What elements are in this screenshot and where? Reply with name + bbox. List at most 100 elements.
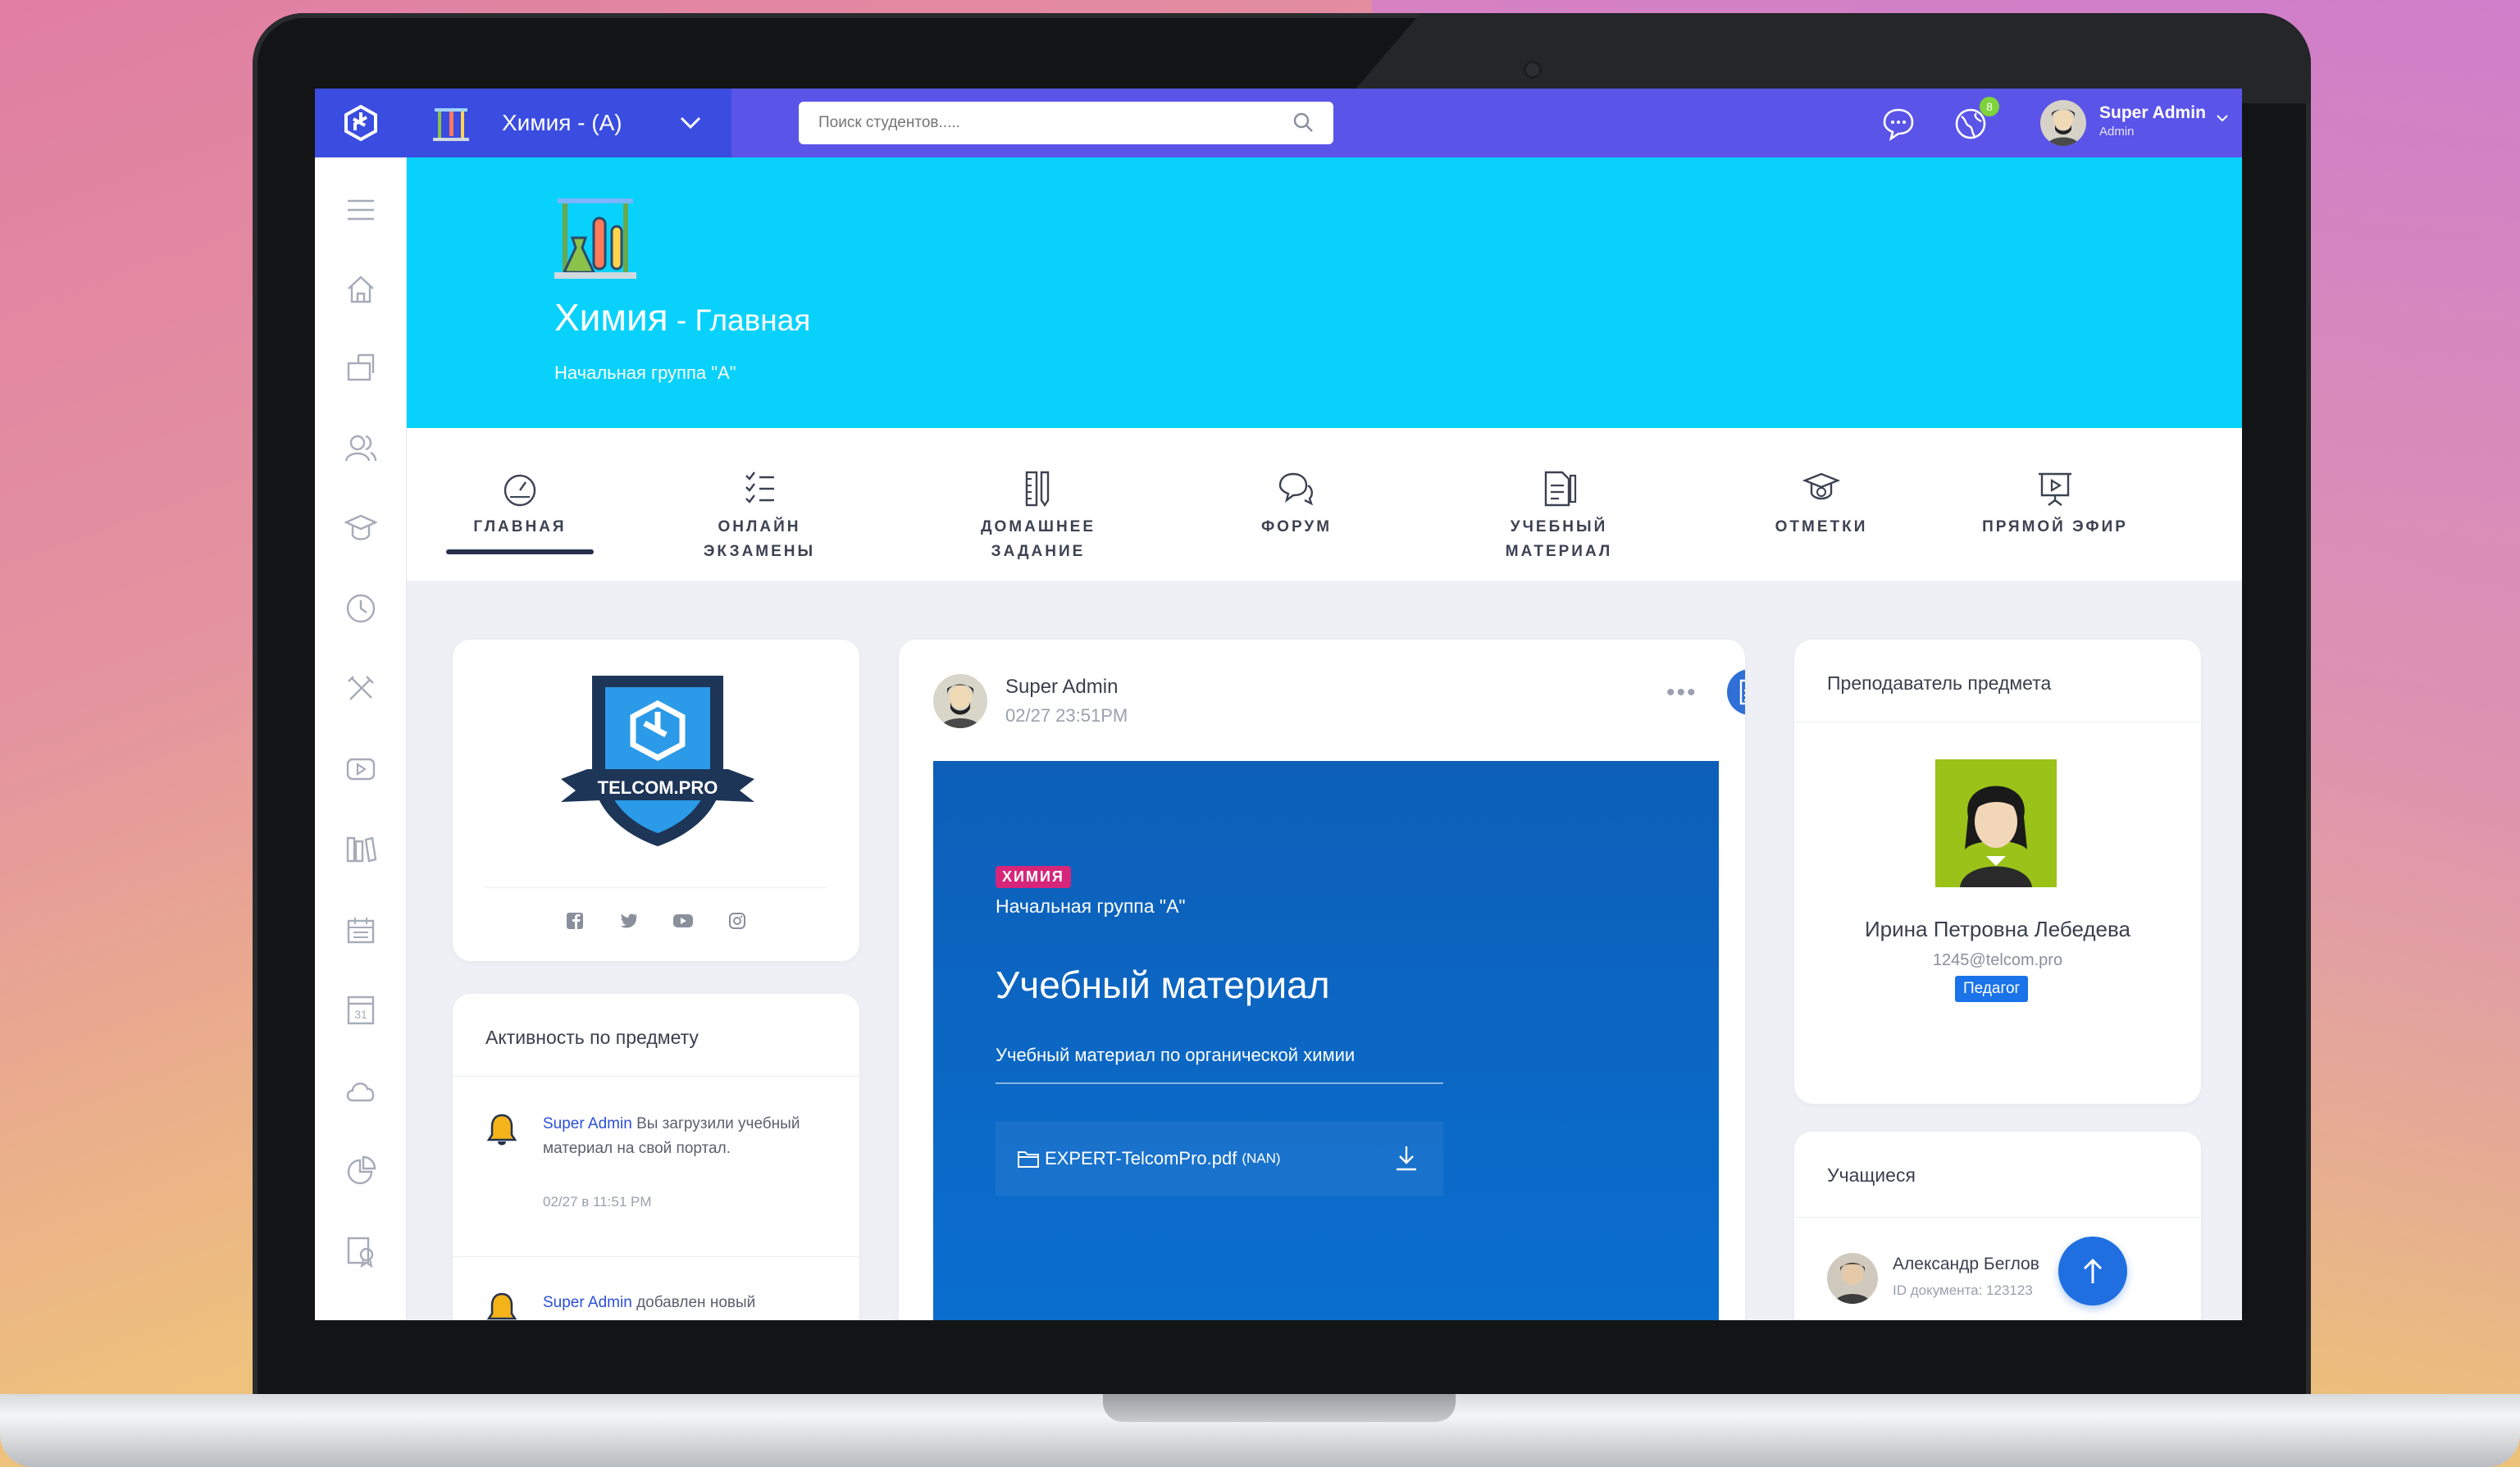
course-tabs: ГЛАВНАЯ ОНЛАЙН ЭКЗАМЕНЫ ДОМАШНЕЕ ЗАДАНИЕ… xyxy=(407,428,2242,581)
activity-user[interactable]: Super Admin xyxy=(543,1115,632,1132)
twitter-icon[interactable] xyxy=(618,910,640,932)
course-dropdown-toggle[interactable] xyxy=(649,89,731,157)
teacher-card: Преподаватель предмета Ирина Петровна Ле… xyxy=(1794,640,2201,1104)
graduation-cap-icon[interactable] xyxy=(344,512,377,544)
school-card: TELCOM.PRO xyxy=(453,640,859,961)
chevron-down-icon xyxy=(680,116,701,130)
tab-home[interactable]: ГЛАВНАЯ xyxy=(446,469,594,540)
app-screen: Химия - (A) 8 Super Admin xyxy=(315,89,2242,1320)
user-role: Admin xyxy=(2099,125,2135,139)
post-card: Super Admin 02/27 23:51PM ••• ХИМИЯ Нача… xyxy=(899,640,1745,1320)
divider xyxy=(453,1256,859,1257)
teacher-photo[interactable] xyxy=(1935,759,2057,887)
material-type-button[interactable] xyxy=(1727,669,1745,715)
course-selector[interactable]: Химия - (A) xyxy=(407,89,649,157)
camera-icon xyxy=(1524,61,1542,79)
cloud-icon[interactable] xyxy=(344,1074,377,1107)
subject-tag: ХИМИЯ xyxy=(996,866,1071,888)
tab-label: ДОМАШНЕЕ xyxy=(980,518,1096,535)
library-icon[interactable] xyxy=(344,833,377,866)
clock-icon[interactable] xyxy=(344,592,377,625)
tab-label: УЧЕБНЫЙ xyxy=(1510,518,1608,535)
tab-label: ФОРУМ xyxy=(1260,518,1333,535)
video-icon[interactable] xyxy=(344,753,377,786)
instagram-icon[interactable] xyxy=(727,910,748,932)
tab-grades[interactable]: ОТМЕТКИ xyxy=(1743,469,1899,540)
notification-badge: 8 xyxy=(1980,97,1999,116)
teacher-name[interactable]: Ирина Петровна Лебедева xyxy=(1794,917,2201,942)
course-hero: Химия - Главная Начальная группа "A" xyxy=(407,157,2242,428)
student-avatar[interactable] xyxy=(1827,1253,1878,1304)
students-title: Учащиеся xyxy=(1827,1164,1916,1186)
post-author[interactable]: Super Admin xyxy=(1005,676,1118,699)
chevron-down-icon[interactable] xyxy=(2216,113,2229,123)
certificate-icon[interactable] xyxy=(344,1235,377,1268)
folder-icon xyxy=(1018,1151,1039,1168)
tab-forum[interactable]: ФОРУМ xyxy=(1227,469,1366,540)
search-icon[interactable] xyxy=(1292,112,1314,133)
student-name[interactable]: Александр Беглов xyxy=(1893,1255,2039,1274)
cube-logo-icon xyxy=(344,104,377,142)
chart-icon[interactable] xyxy=(344,1155,377,1187)
calendar-icon[interactable] xyxy=(344,913,377,946)
attachment-size: (NAN) xyxy=(1242,1150,1281,1166)
date-icon-label: 31 xyxy=(354,1008,367,1021)
student-search[interactable] xyxy=(799,102,1333,144)
arrow-up-icon xyxy=(2083,1258,2103,1283)
menu-icon[interactable] xyxy=(344,194,377,226)
activity-text: Super Admin добавлен новый xyxy=(543,1291,813,1315)
tab-homework[interactable]: ДОМАШНЕЕ ЗАДАНИЕ xyxy=(948,469,1128,564)
tab-label-2: ЭКЗАМЕНЫ xyxy=(703,543,816,560)
date-icon[interactable]: 31 xyxy=(344,994,377,1027)
student-id: ID документа: 123123 xyxy=(1893,1282,2033,1298)
youtube-icon[interactable] xyxy=(672,910,694,932)
activity-user[interactable]: Super Admin xyxy=(543,1294,632,1311)
user-name: Super Admin xyxy=(2099,103,2206,122)
home-icon[interactable] xyxy=(344,272,377,305)
page-title-suffix: - Главная xyxy=(668,303,811,337)
tab-label: ОНЛАЙН xyxy=(718,518,801,535)
page-title-main: Химия xyxy=(554,296,668,339)
app-logo[interactable] xyxy=(315,89,407,157)
tab-label: ОТМЕТКИ xyxy=(1775,518,1868,535)
user-menu[interactable]: Super Admin Admin xyxy=(2099,103,2206,139)
post-time: 02/27 23:51PM xyxy=(1005,705,1128,726)
active-tab-indicator xyxy=(446,549,594,554)
divider xyxy=(453,1076,859,1077)
divider xyxy=(1794,1217,2201,1218)
scroll-to-top-button[interactable] xyxy=(2058,1237,2127,1305)
tab-label-2: ЗАДАНИЕ xyxy=(991,543,1086,560)
teacher-avatar-image xyxy=(1960,786,2032,887)
teacher-email[interactable]: 1245@telcom.pro xyxy=(1794,951,2201,970)
search-input[interactable] xyxy=(799,114,1258,132)
download-icon[interactable] xyxy=(1394,1145,1419,1171)
activity-text: Super Admin Вы загрузили учебный материа… xyxy=(543,1112,813,1161)
chat-icon[interactable] xyxy=(1881,107,1916,141)
inbox-icon[interactable] xyxy=(344,351,377,384)
user-avatar[interactable] xyxy=(2040,100,2086,146)
tab-label-2: МАТЕРИАЛ xyxy=(1505,543,1613,560)
activity-message: добавлен новый xyxy=(631,1294,756,1311)
graduation-cap-icon xyxy=(1802,472,1841,500)
tab-study-material[interactable]: УЧЕБНЫЙ МАТЕРИАЛ xyxy=(1473,469,1645,564)
facebook-icon[interactable] xyxy=(564,910,586,932)
activity-card: Активность по предмету Super Admin Вы за… xyxy=(453,994,859,1320)
attachment[interactable]: EXPERT-TelcomPro.pdf (NAN) xyxy=(996,1122,1443,1196)
svg-text:TELCOM.PRO: TELCOM.PRO xyxy=(598,777,718,798)
tools-icon[interactable] xyxy=(344,672,377,705)
avatar-image xyxy=(940,684,981,728)
tab-label: ГЛАВНАЯ xyxy=(473,518,567,535)
users-icon[interactable] xyxy=(344,431,377,464)
teacher-card-title: Преподаватель предмета xyxy=(1827,672,2052,694)
post-menu-button[interactable]: ••• xyxy=(1666,679,1697,707)
avatar[interactable] xyxy=(933,674,987,728)
bell-icon xyxy=(486,1292,517,1320)
tab-live[interactable]: ПРЯМОЙ ЭФИР xyxy=(1965,469,2145,540)
tab-online-exams[interactable]: ОНЛАЙН ЭКЗАМЕНЫ xyxy=(677,469,841,564)
ruler-pencil-icon xyxy=(1025,471,1050,508)
school-logo: TELCOM.PRO xyxy=(561,676,754,846)
checklist-icon xyxy=(745,472,774,503)
top-bar: Химия - (A) 8 Super Admin xyxy=(315,89,2242,157)
banner-title: Учебный материал xyxy=(996,964,1330,1006)
activity-title: Активность по предмету xyxy=(485,1027,699,1048)
